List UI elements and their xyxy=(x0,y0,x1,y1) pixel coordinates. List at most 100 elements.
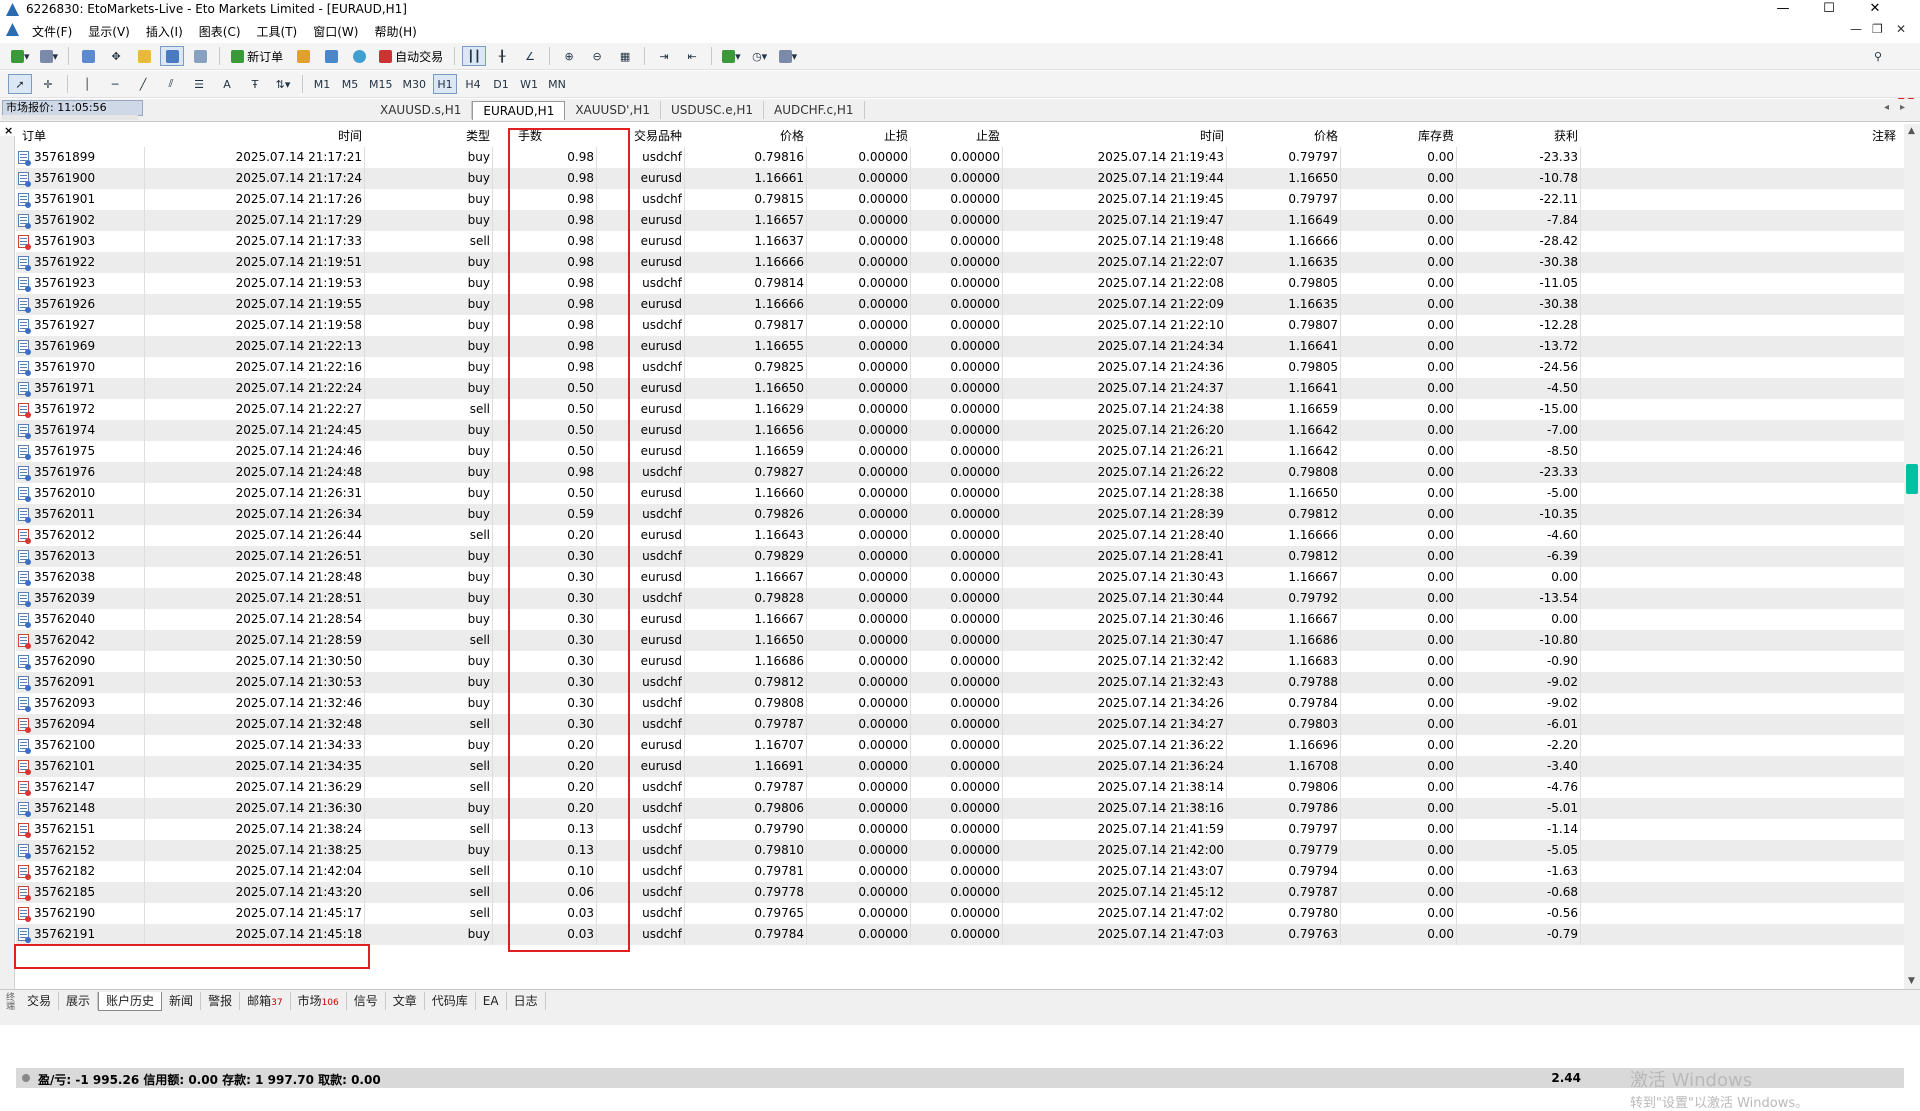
table-row[interactable]: 35761926 2025.07.14 21:19:55 buy 0.98 eurusd… xyxy=(16,294,1904,315)
header-sl[interactable]: 止损 xyxy=(808,126,908,147)
tab-6[interactable]: 市场106 xyxy=(291,992,347,1010)
chart-tab-xauusd-s[interactable]: XAUUSD.s,H1 xyxy=(370,101,473,119)
table-row[interactable]: 35761974 2025.07.14 21:24:45 buy 0.50 eurusd… xyxy=(16,420,1904,441)
timeframe-m15[interactable]: M15 xyxy=(366,74,396,94)
signals-icon[interactable] xyxy=(319,46,343,66)
meta-editor-icon[interactable] xyxy=(291,46,315,66)
header-close-time[interactable]: 时间 xyxy=(1004,126,1224,147)
timeframe-d1[interactable]: D1 xyxy=(489,74,513,94)
tab-3[interactable]: 新闻 xyxy=(162,992,202,1010)
table-row[interactable]: 35762040 2025.07.14 21:28:54 buy 0.30 eurusd… xyxy=(16,609,1904,630)
table-row[interactable]: 35762182 2025.07.14 21:42:04 sell 0.10 usdch… xyxy=(16,861,1904,882)
tab-1[interactable]: 展示 xyxy=(59,992,99,1010)
table-row[interactable]: 35762038 2025.07.14 21:28:48 buy 0.30 eurusd… xyxy=(16,567,1904,588)
candlestick-icon[interactable]: ╂ xyxy=(490,46,514,66)
timeframe-h1[interactable]: H1 xyxy=(433,74,457,94)
table-row[interactable]: 35761976 2025.07.14 21:24:48 buy 0.98 usdchf… xyxy=(16,462,1904,483)
profiles-icon[interactable]: ▾ xyxy=(37,46,62,66)
table-row[interactable]: 35762091 2025.07.14 21:30:53 buy 0.30 usdchf… xyxy=(16,672,1904,693)
timeframe-m1[interactable]: M1 xyxy=(310,74,334,94)
header-profit[interactable]: 获利 xyxy=(1458,126,1578,147)
table-row[interactable]: 35762147 2025.07.14 21:36:29 sell 0.20 usdch… xyxy=(16,777,1904,798)
header-lots[interactable]: 手数 xyxy=(494,126,566,147)
header-open-price[interactable]: 价格 xyxy=(686,126,804,147)
scrollbar-thumb[interactable] xyxy=(1906,464,1918,494)
scroll-down-icon[interactable]: ▼ xyxy=(1908,976,1915,986)
header-symbol[interactable]: 交易品种 xyxy=(616,126,682,147)
tab-5[interactable]: 邮箱37 xyxy=(240,992,291,1010)
horizontal-line-icon[interactable]: ─ xyxy=(103,74,127,94)
zoom-out-icon[interactable]: ⊖ xyxy=(585,46,609,66)
table-row[interactable]: 35762152 2025.07.14 21:38:25 buy 0.13 usdchf… xyxy=(16,840,1904,861)
header-close-price[interactable]: 价格 xyxy=(1228,126,1338,147)
tab-9[interactable]: 代码库 xyxy=(425,992,476,1010)
chart-shift-icon[interactable]: ⇤ xyxy=(680,46,704,66)
table-row[interactable]: 35761927 2025.07.14 21:19:58 buy 0.98 usdchf… xyxy=(16,315,1904,336)
table-row[interactable]: 35762042 2025.07.14 21:28:59 sell 0.30 eurus… xyxy=(16,630,1904,651)
menu-window[interactable]: 窗口(W) xyxy=(305,23,366,40)
table-row[interactable]: 35762011 2025.07.14 21:26:34 buy 0.59 usdchf… xyxy=(16,504,1904,525)
channel-icon[interactable]: ⫽ xyxy=(159,74,183,94)
close-window-button[interactable]: ✕ xyxy=(1852,0,1898,19)
vertical-line-icon[interactable]: │ xyxy=(75,74,99,94)
table-row[interactable]: 35761922 2025.07.14 21:19:51 buy 0.98 eurusd… xyxy=(16,252,1904,273)
table-row[interactable]: 35762090 2025.07.14 21:30:50 buy 0.30 eurusd… xyxy=(16,651,1904,672)
table-row[interactable]: 35762100 2025.07.14 21:34:33 buy 0.20 eurusd… xyxy=(16,735,1904,756)
menu-tools[interactable]: 工具(T) xyxy=(249,23,306,40)
new-order-button[interactable]: 新订单 xyxy=(227,46,287,66)
table-row[interactable]: 35762101 2025.07.14 21:34:35 sell 0.20 eurus… xyxy=(16,756,1904,777)
periods-icon[interactable]: ◷▾ xyxy=(748,46,772,66)
menu-charts[interactable]: 图表(C) xyxy=(191,23,249,40)
indicators-icon[interactable]: ▾ xyxy=(719,46,744,66)
menu-view[interactable]: 显示(V) xyxy=(80,23,138,40)
table-row[interactable]: 35762010 2025.07.14 21:26:31 buy 0.50 eurusd… xyxy=(16,483,1904,504)
child-minimize-button[interactable]: — xyxy=(1850,22,1862,36)
table-row[interactable]: 35761902 2025.07.14 21:17:29 buy 0.98 eurusd… xyxy=(16,210,1904,231)
tab-11[interactable]: 日志 xyxy=(507,992,546,1010)
navigator-icon[interactable] xyxy=(132,46,156,66)
tab-2[interactable]: 账户历史 xyxy=(98,992,163,1011)
table-row[interactable]: 35761970 2025.07.14 21:22:16 buy 0.98 usdchf… xyxy=(16,357,1904,378)
table-row[interactable]: 35762093 2025.07.14 21:32:46 buy 0.30 usdchf… xyxy=(16,693,1904,714)
table-row[interactable]: 35761972 2025.07.14 21:22:27 sell 0.50 eurus… xyxy=(16,399,1904,420)
trendline-icon[interactable]: ╱ xyxy=(131,74,155,94)
menu-file[interactable]: 文件(F) xyxy=(24,23,80,40)
chart-tab-usdusc[interactable]: USDUSC.e,H1 xyxy=(661,101,765,119)
community-icon[interactable] xyxy=(347,46,371,66)
table-row[interactable]: 35761901 2025.07.14 21:17:26 buy 0.98 usdchf… xyxy=(16,189,1904,210)
table-row[interactable]: 35762094 2025.07.14 21:32:48 sell 0.30 usdch… xyxy=(16,714,1904,735)
tab-8[interactable]: 文章 xyxy=(386,992,425,1010)
chart-tab-audchf[interactable]: AUDCHF.c,H1 xyxy=(764,101,865,119)
autoscroll-icon[interactable]: ⇥ xyxy=(652,46,676,66)
bar-chart-icon[interactable]: ┃┃ xyxy=(462,46,487,66)
text-icon[interactable]: A xyxy=(215,74,239,94)
table-row[interactable]: 35761969 2025.07.14 21:22:13 buy 0.98 eurusd… xyxy=(16,336,1904,357)
table-row[interactable]: 35762185 2025.07.14 21:43:20 sell 0.06 usdch… xyxy=(16,882,1904,903)
search-icon[interactable]: ⚲ xyxy=(1866,46,1890,66)
table-row[interactable]: 35761899 2025.07.14 21:17:21 buy 0.98 usdchf… xyxy=(16,147,1904,168)
market-watch-icon[interactable] xyxy=(76,46,100,66)
tab-4[interactable]: 警报 xyxy=(201,992,241,1010)
fibonacci-icon[interactable]: ☰ xyxy=(187,74,211,94)
table-row[interactable]: 35761975 2025.07.14 21:24:46 buy 0.50 eurusd… xyxy=(16,441,1904,462)
table-row[interactable]: 35762039 2025.07.14 21:28:51 buy 0.30 usdchf… xyxy=(16,588,1904,609)
tab-7[interactable]: 信号 xyxy=(347,992,386,1010)
header-comment[interactable]: 注释 xyxy=(1582,126,1896,147)
tab-scroll-right-icon[interactable]: ▸ xyxy=(1900,102,1905,113)
cursor-icon[interactable]: ➚ xyxy=(8,74,32,94)
header-swap[interactable]: 库存费 xyxy=(1342,126,1454,147)
table-row[interactable]: 35762148 2025.07.14 21:36:30 buy 0.20 usdchf… xyxy=(16,798,1904,819)
header-type[interactable]: 类型 xyxy=(366,126,490,147)
table-row[interactable]: 35762013 2025.07.14 21:26:51 buy 0.30 usdchf… xyxy=(16,546,1904,567)
new-chart-icon[interactable]: ▾ xyxy=(8,46,33,66)
table-row[interactable]: 35762191 2025.07.14 21:45:18 buy 0.03 usdchf… xyxy=(16,924,1904,945)
child-restore-button[interactable]: ❐ xyxy=(1872,22,1883,36)
data-window-icon[interactable]: ✥ xyxy=(104,46,128,66)
header-order[interactable]: 订单 xyxy=(22,126,122,147)
header-open-time[interactable]: 时间 xyxy=(146,126,362,147)
table-row[interactable]: 35761923 2025.07.14 21:19:53 buy 0.98 usdchf… xyxy=(16,273,1904,294)
timeframe-mn[interactable]: MN xyxy=(545,74,569,94)
templates-icon[interactable]: ▾ xyxy=(776,46,801,66)
child-close-button[interactable]: ✕ xyxy=(1896,22,1906,36)
header-tp[interactable]: 止盈 xyxy=(912,126,1000,147)
